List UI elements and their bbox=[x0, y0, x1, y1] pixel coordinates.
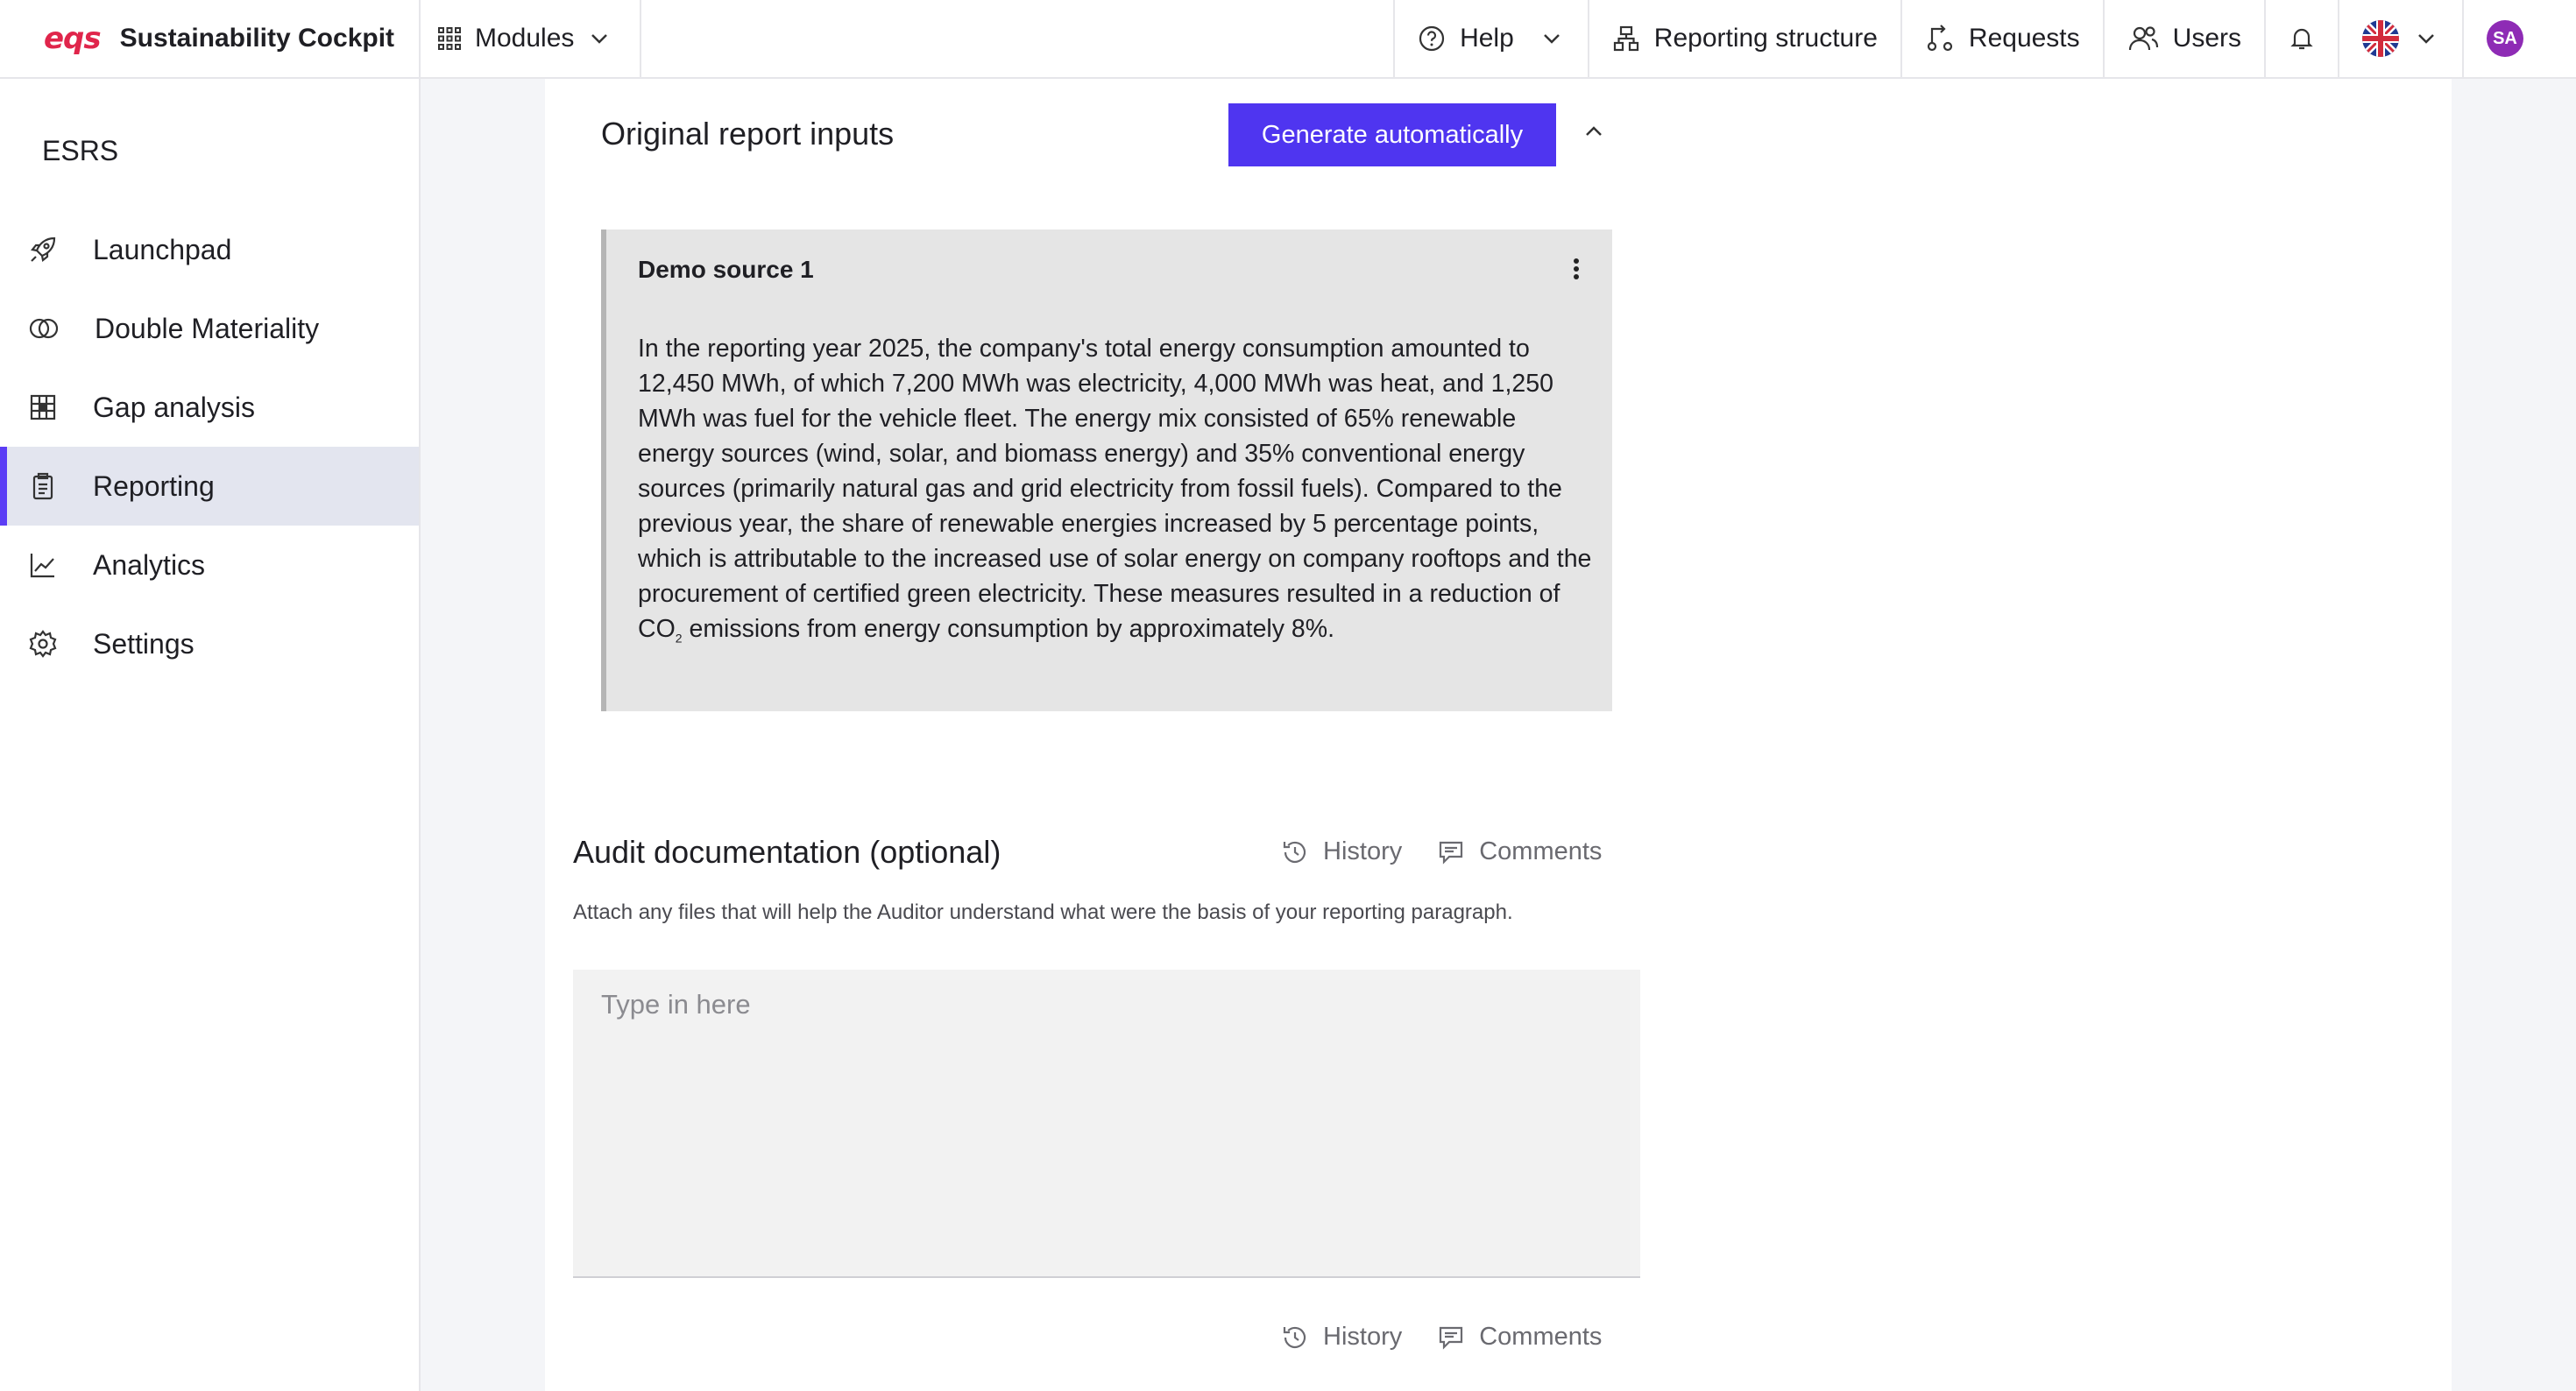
eqs-logo: eqs bbox=[44, 21, 102, 56]
line-chart-icon bbox=[28, 550, 58, 580]
notifications-button[interactable] bbox=[2264, 0, 2338, 77]
reporting-structure-label: Reporting structure bbox=[1653, 24, 1878, 53]
avatar: SA bbox=[2487, 20, 2523, 57]
chevron-down-icon bbox=[1539, 25, 1565, 52]
comments-label: Comments bbox=[1479, 1323, 1603, 1351]
uk-flag-icon bbox=[2362, 20, 2399, 57]
requests-link[interactable]: Requests bbox=[1900, 0, 2103, 77]
source-text-part: emissions from energy consumption by app… bbox=[682, 615, 1335, 643]
sidebar-item-label: Reporting bbox=[93, 470, 215, 502]
apps-grid-icon bbox=[436, 25, 463, 52]
sidebar-item-double-materiality[interactable]: Double Materiality bbox=[0, 289, 419, 368]
more-options-icon[interactable] bbox=[1570, 254, 1582, 284]
comments-label: Comments bbox=[1479, 837, 1603, 865]
sidebar-item-label: Gap analysis bbox=[93, 391, 255, 423]
help-circle-icon bbox=[1418, 25, 1446, 53]
user-menu[interactable]: SA bbox=[2462, 0, 2576, 77]
modules-menu[interactable]: Modules bbox=[421, 0, 641, 77]
clipboard-icon bbox=[28, 471, 58, 501]
sidebar-item-analytics[interactable]: Analytics bbox=[0, 526, 419, 604]
users-icon bbox=[2127, 24, 2159, 53]
history-label: History bbox=[1323, 1323, 1403, 1351]
generate-automatically-button[interactable]: Generate automatically bbox=[1228, 103, 1556, 166]
comments-button[interactable]: Comments bbox=[1437, 1323, 1602, 1352]
sidebar-item-launchpad[interactable]: Launchpad bbox=[0, 210, 419, 289]
language-selector[interactable] bbox=[2338, 0, 2462, 77]
audit-description: Attach any files that will help the Audi… bbox=[573, 900, 1513, 924]
bell-icon bbox=[2289, 25, 2315, 52]
users-link[interactable]: Users bbox=[2102, 0, 2264, 77]
overlap-circles-icon bbox=[28, 314, 60, 343]
audit-title: Audit documentation (optional) bbox=[573, 834, 1001, 870]
requests-icon bbox=[1925, 24, 1955, 53]
users-label: Users bbox=[2172, 24, 2241, 53]
source-card: Demo source 1 In the reporting year 2025… bbox=[601, 229, 1612, 711]
audit-actions-top: History Comments bbox=[1281, 837, 1602, 866]
history-label: History bbox=[1323, 837, 1403, 865]
audit-actions-bottom: History Comments bbox=[1281, 1323, 1602, 1352]
brand[interactable]: eqs Sustainability Cockpit bbox=[0, 0, 421, 77]
main-panel: Original report inputs Generate automati… bbox=[545, 79, 2452, 1391]
requests-label: Requests bbox=[1968, 24, 2080, 53]
source-text: In the reporting year 2025, the company'… bbox=[638, 331, 1593, 656]
sidebar-item-gap-analysis[interactable]: Gap analysis bbox=[0, 368, 419, 447]
sidebar-item-label: Settings bbox=[93, 627, 195, 660]
modules-label: Modules bbox=[475, 24, 575, 53]
sidebar-item-settings[interactable]: Settings bbox=[0, 604, 419, 683]
chevron-down-icon bbox=[586, 25, 612, 52]
section-title: Original report inputs bbox=[601, 116, 895, 152]
sidebar-item-label: Analytics bbox=[93, 548, 206, 581]
history-button[interactable]: History bbox=[1281, 837, 1402, 866]
comment-icon bbox=[1437, 1324, 1465, 1352]
history-icon bbox=[1281, 838, 1309, 866]
chevron-up-icon[interactable] bbox=[1579, 117, 1609, 147]
source-name: Demo source 1 bbox=[638, 256, 814, 283]
top-bar: eqs Sustainability Cockpit Modules Help bbox=[0, 0, 2576, 79]
sidebar-item-label: Launchpad bbox=[93, 233, 232, 265]
history-icon bbox=[1281, 1324, 1309, 1352]
sidebar-heading: ESRS bbox=[42, 135, 119, 166]
app-title: Sustainability Cockpit bbox=[119, 24, 395, 53]
help-label: Help bbox=[1460, 24, 1514, 53]
grid-icon bbox=[28, 392, 58, 422]
gear-icon bbox=[28, 629, 58, 659]
audit-documentation-input[interactable] bbox=[573, 970, 1640, 1278]
chevron-down-icon bbox=[2413, 25, 2439, 52]
sidebar-item-reporting[interactable]: Reporting bbox=[0, 447, 419, 526]
history-button[interactable]: History bbox=[1281, 1323, 1402, 1352]
comments-button[interactable]: Comments bbox=[1437, 837, 1602, 866]
sidebar: ESRS Launchpad Double Materiality Gap an… bbox=[0, 79, 421, 1391]
comment-icon bbox=[1437, 838, 1465, 866]
reporting-structure-link[interactable]: Reporting structure bbox=[1587, 0, 1900, 77]
hierarchy-icon bbox=[1612, 25, 1640, 53]
source-text-subscript: 2 bbox=[675, 631, 683, 646]
source-text-part: In the reporting year 2025, the company'… bbox=[638, 335, 1592, 643]
help-menu[interactable]: Help bbox=[1393, 0, 1588, 77]
rocket-icon bbox=[28, 235, 58, 265]
sidebar-item-label: Double Materiality bbox=[95, 312, 320, 344]
